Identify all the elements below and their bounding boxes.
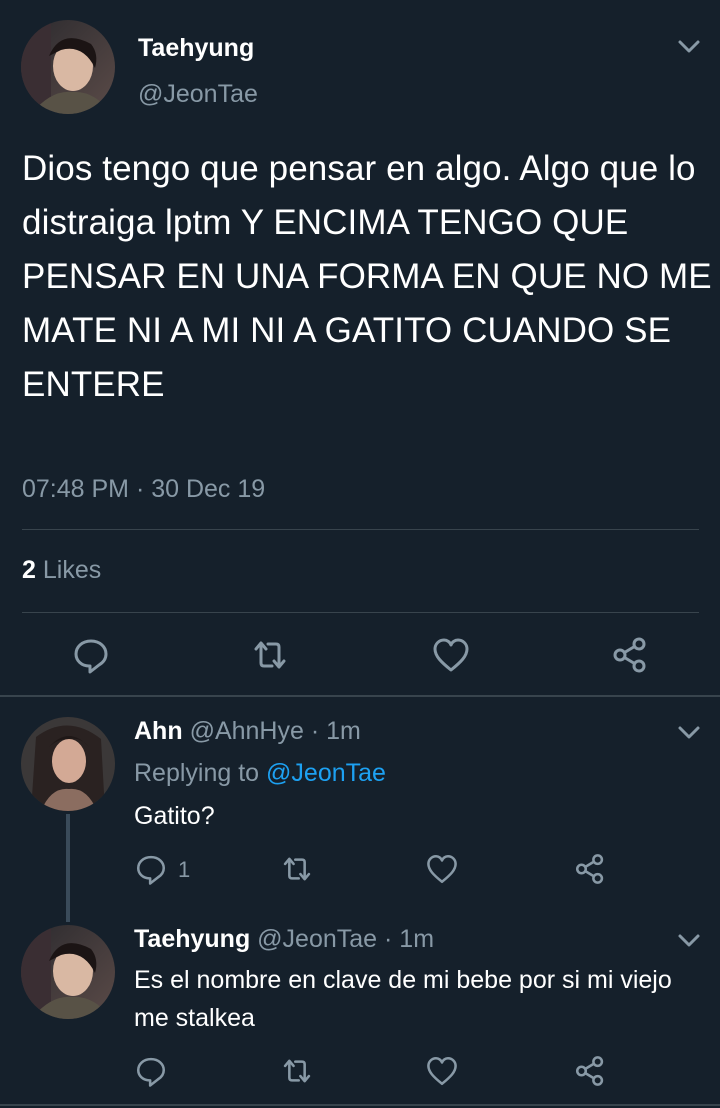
author-name[interactable]: Taehyung [138,34,254,63]
avatar[interactable] [21,717,115,811]
tweet-text: Dios tengo que pensar en algo. Algo que … [22,149,712,404]
replying-to: Replying to @JeonTae [134,759,386,788]
chevron-down-icon[interactable] [676,36,702,56]
divider [0,695,720,697]
reply-icon[interactable] [134,852,168,886]
reply-time: · 1m [384,925,435,953]
like-icon[interactable] [425,852,459,886]
author-handle[interactable]: @JeonTae [138,80,258,109]
share-icon[interactable] [573,852,607,886]
like-icon[interactable] [425,1054,459,1088]
likes-stat[interactable]: 2 Likes [22,556,101,585]
divider [0,1104,720,1106]
chevron-down-icon[interactable] [676,930,702,950]
retweet-icon[interactable] [250,635,290,675]
tweet-timestamp: 07:48 PM · 30 Dec 19 [22,475,266,503]
reply-time: · 1m [310,717,361,745]
likes-label: Likes [42,556,102,584]
reply-header: Taehyung @JeonTae · 1m [134,925,434,954]
reply-text: Es el nombre en clave de mi bebe por si … [134,966,672,1032]
reply-text: Gatito? [134,802,215,830]
reply-icon[interactable] [71,635,111,675]
author-handle[interactable]: @AhnHye [190,717,304,745]
thread-line [66,814,70,922]
author-handle[interactable]: @JeonTae [257,925,377,953]
author-name[interactable]: Ahn [134,717,183,745]
share-icon[interactable] [573,1054,607,1088]
share-icon[interactable] [610,635,650,675]
replying-to-handle[interactable]: @JeonTae [266,759,386,787]
reply-count: 1 [178,857,191,882]
like-icon[interactable] [431,635,471,675]
divider [22,529,699,530]
retweet-icon[interactable] [280,1054,314,1088]
avatar[interactable] [21,20,115,114]
likes-count: 2 [22,556,36,584]
retweet-icon[interactable] [280,852,314,886]
reply-header: Ahn @AhnHye · 1m [134,717,361,746]
divider [22,612,699,613]
chevron-down-icon[interactable] [676,722,702,742]
reply-icon[interactable] [134,1054,168,1088]
author-name[interactable]: Taehyung [134,925,250,953]
replying-to-label: Replying to [134,759,260,787]
avatar[interactable] [21,925,115,1019]
